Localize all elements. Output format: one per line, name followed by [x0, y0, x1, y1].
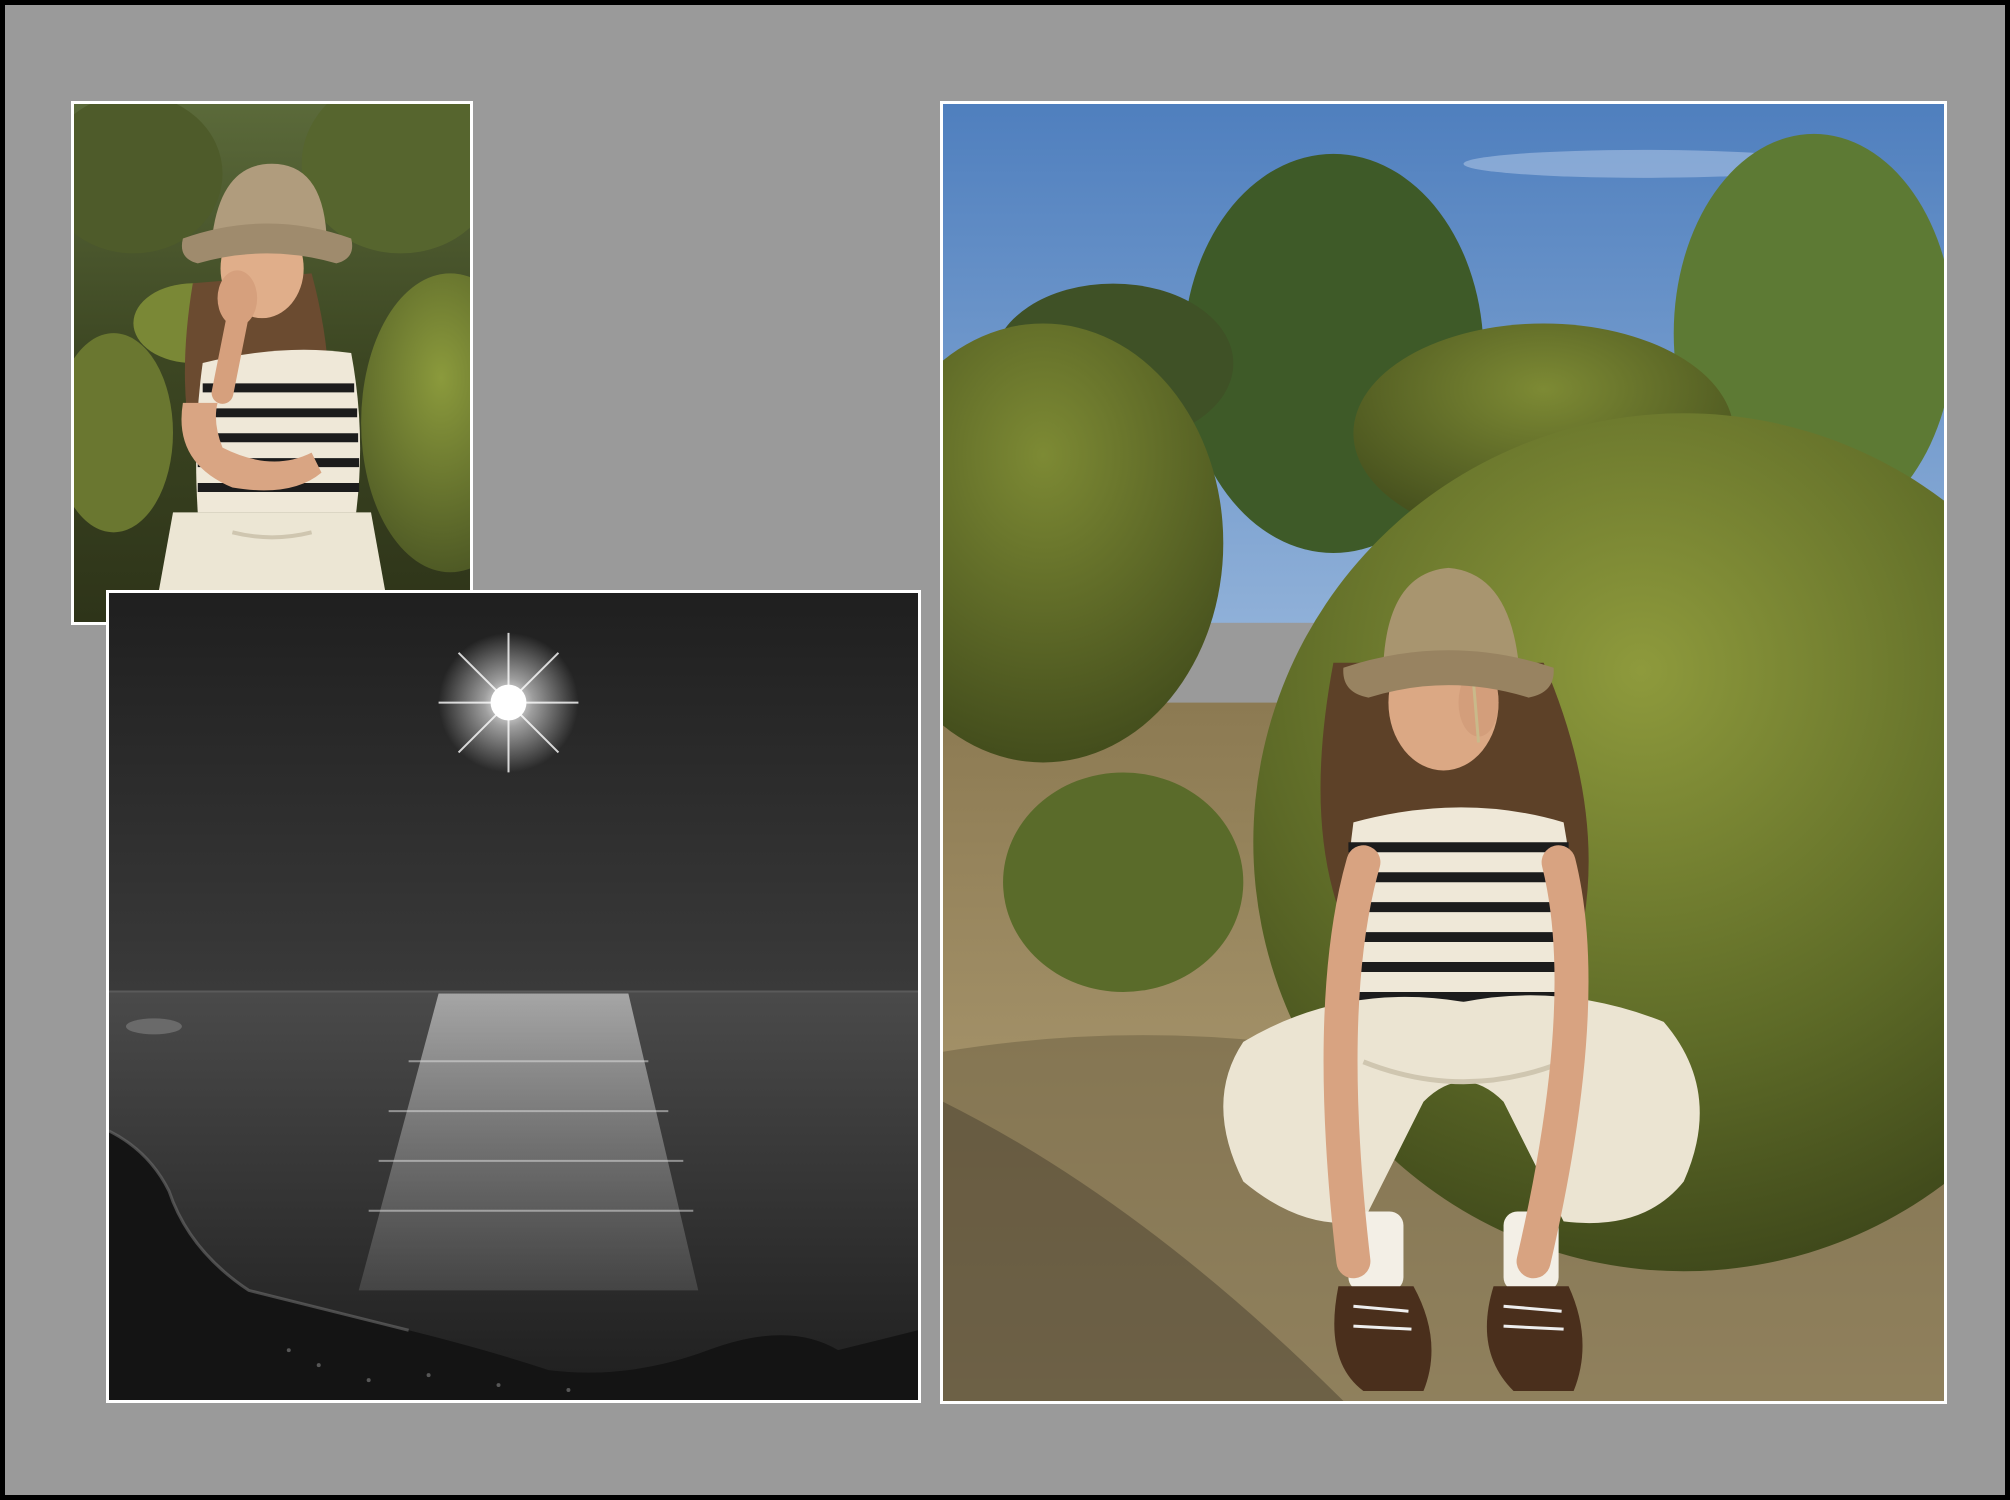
- photo-small-portrait: [71, 101, 473, 625]
- collage-board: [5, 5, 2005, 1495]
- brown-sneaker: [1486, 1286, 1583, 1392]
- photo-moon-over-ocean: [106, 590, 921, 1403]
- brown-sneaker: [1334, 1286, 1432, 1392]
- large-portrait-illustration: [943, 104, 1944, 1401]
- striped-top: [1347, 807, 1574, 1022]
- photo-large-portrait: [940, 101, 1947, 1404]
- moon-ocean-illustration: [109, 593, 918, 1400]
- shrub: [1003, 772, 1244, 992]
- small-portrait-illustration: [74, 104, 470, 622]
- moon: [490, 684, 527, 721]
